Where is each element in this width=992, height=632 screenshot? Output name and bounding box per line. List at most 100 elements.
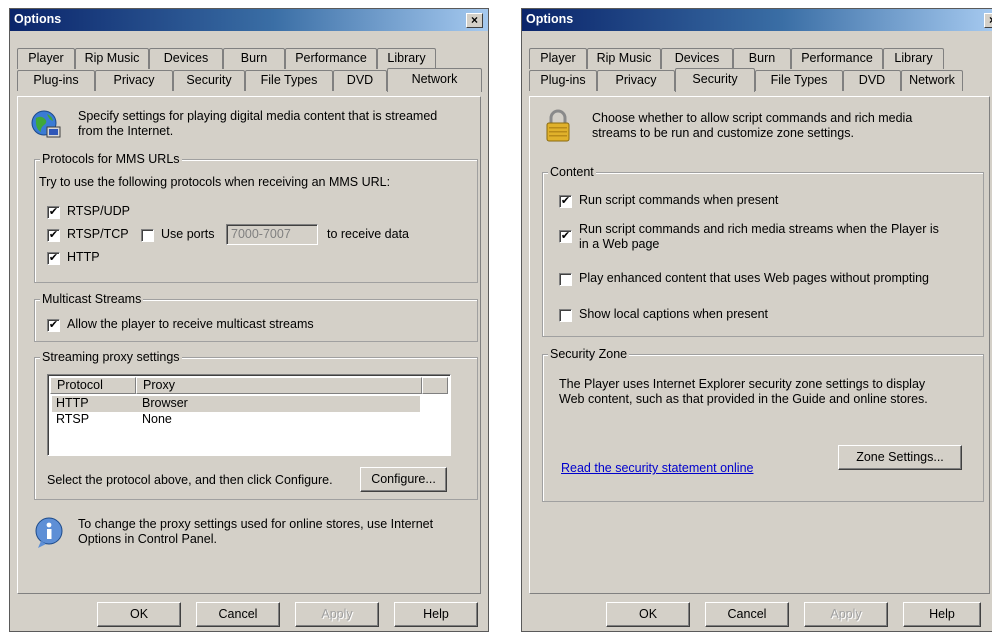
http-label: HTTP (67, 250, 100, 264)
tab-library[interactable]: Library (377, 48, 436, 69)
receive-data-label: to receive data (327, 227, 409, 241)
enhanced-content-label: Play enhanced content that uses Web page… (579, 271, 929, 285)
enhanced-content-checkbox[interactable] (559, 273, 572, 286)
zone-settings-button[interactable]: Zone Settings... (838, 445, 962, 470)
security-zone-legend: Security Zone (548, 347, 630, 361)
ports-input[interactable]: 7000-7007 (226, 224, 318, 245)
tab-file-types[interactable]: File Types (245, 70, 333, 91)
use-ports-label: Use ports (161, 227, 215, 241)
mms-protocols-legend: Protocols for MMS URLs (40, 152, 182, 166)
tab-network[interactable]: Network (387, 68, 482, 92)
proxy-row-http[interactable]: HTTP Browser (52, 396, 420, 412)
options-dialog-network: Options × Player Rip Music Devices Burn … (9, 8, 489, 632)
tab-row-1: Player Rip Music Devices Burn Performanc… (529, 48, 988, 69)
tab-security[interactable]: Security (675, 68, 755, 92)
mms-protocols-group: Protocols for MMS URLs Try to use the fo… (34, 152, 478, 283)
run-script-label: Run script commands when present (579, 193, 779, 207)
intro-text-line2: streams to be run and customize zone set… (592, 126, 854, 140)
zone-text-line1: The Player uses Internet Explorer securi… (559, 377, 926, 391)
tab-dvd[interactable]: DVD (333, 70, 387, 91)
tab-row-2: Plug-ins Privacy Security File Types DVD… (529, 68, 988, 92)
intro-text-line1: Choose whether to allow script commands … (592, 111, 913, 125)
rtsp-udp-checkbox[interactable]: ✔ (47, 206, 60, 219)
tab-player[interactable]: Player (529, 48, 587, 69)
http-checkbox[interactable]: ✔ (47, 252, 60, 265)
close-button[interactable]: × (984, 13, 992, 28)
tab-file-types[interactable]: File Types (755, 70, 843, 91)
tab-plug-ins[interactable]: Plug-ins (17, 70, 95, 91)
title-bar[interactable]: Options × (10, 9, 488, 31)
tab-privacy[interactable]: Privacy (597, 70, 675, 91)
intro-text-line1: Specify settings for playing digital med… (78, 109, 438, 123)
tab-burn[interactable]: Burn (223, 48, 285, 69)
multicast-group: Multicast Streams ✔ Allow the player to … (34, 292, 478, 342)
cancel-button[interactable]: Cancel (705, 602, 789, 627)
tab-plug-ins[interactable]: Plug-ins (529, 70, 597, 91)
security-zone-group: Security Zone The Player uses Internet E… (542, 347, 984, 502)
empty-column-header (422, 377, 448, 394)
help-button[interactable]: Help (903, 602, 981, 627)
help-button[interactable]: Help (394, 602, 478, 627)
window-title: Options (526, 12, 574, 26)
rtsp-udp-label: RTSP/UDP (67, 204, 130, 218)
content-group: Content ✔ Run script commands when prese… (542, 165, 984, 337)
tab-rip-music[interactable]: Rip Music (587, 48, 661, 69)
tab-security[interactable]: Security (173, 70, 245, 91)
apply-button[interactable]: Apply (804, 602, 888, 627)
tab-burn[interactable]: Burn (733, 48, 791, 69)
security-tab-page: Choose whether to allow script commands … (529, 96, 990, 594)
tab-devices[interactable]: Devices (661, 48, 733, 69)
proxy-settings-legend: Streaming proxy settings (40, 350, 182, 364)
tab-library[interactable]: Library (883, 48, 944, 69)
tab-performance[interactable]: Performance (791, 48, 883, 69)
globe-network-icon (31, 110, 61, 138)
run-rich-media-checkbox[interactable]: ✔ (559, 230, 572, 243)
security-statement-link[interactable]: Read the security statement online (561, 461, 753, 475)
rtsp-tcp-checkbox[interactable]: ✔ (47, 229, 60, 242)
run-rich-media-label-line1: Run script commands and rich media strea… (579, 222, 939, 236)
configure-button[interactable]: Configure... (360, 467, 447, 492)
cancel-button[interactable]: Cancel (196, 602, 280, 627)
proxy-settings-group: Streaming proxy settings Protocol Proxy … (34, 350, 478, 500)
run-rich-media-label-line2: in a Web page (579, 237, 660, 251)
tab-player[interactable]: Player (17, 48, 75, 69)
store-note-line1: To change the proxy settings used for on… (78, 517, 434, 531)
ok-button[interactable]: OK (606, 602, 690, 627)
apply-button[interactable]: Apply (295, 602, 379, 627)
proxy-cell: None (142, 412, 172, 426)
proxy-column-header[interactable]: Proxy (136, 377, 422, 394)
protocol-cell: RTSP (56, 412, 90, 426)
tab-row-2: Plug-ins Privacy Security File Types DVD… (17, 68, 482, 92)
ok-button[interactable]: OK (97, 602, 181, 627)
protocol-cell: HTTP (56, 396, 89, 410)
info-icon (35, 517, 63, 548)
multicast-legend: Multicast Streams (40, 292, 144, 306)
content-legend: Content (548, 165, 596, 179)
title-bar[interactable]: Options × (522, 9, 992, 31)
tab-privacy[interactable]: Privacy (95, 70, 173, 91)
local-captions-label: Show local captions when present (579, 307, 769, 321)
allow-multicast-label: Allow the player to receive multicast st… (67, 317, 314, 331)
rtsp-tcp-label: RTSP/TCP (67, 227, 129, 241)
network-tab-page: Specify settings for playing digital med… (17, 96, 481, 594)
proxy-list[interactable]: Protocol Proxy HTTP Browser RTSP None (47, 374, 451, 456)
intro-text-line2: from the Internet. (78, 124, 174, 138)
store-note-line2: Options in Control Panel. (78, 532, 217, 546)
tab-devices[interactable]: Devices (149, 48, 223, 69)
window-title: Options (14, 12, 62, 26)
mms-instruction: Try to use the following protocols when … (39, 175, 391, 189)
tab-performance[interactable]: Performance (285, 48, 377, 69)
allow-multicast-checkbox[interactable]: ✔ (47, 319, 60, 332)
tab-dvd[interactable]: DVD (843, 70, 901, 91)
tab-network[interactable]: Network (901, 70, 963, 91)
padlock-icon (546, 109, 570, 142)
tab-rip-music[interactable]: Rip Music (75, 48, 149, 69)
options-dialog-security: Options × Player Rip Music Devices Burn … (521, 8, 992, 632)
close-button[interactable]: × (466, 13, 483, 28)
protocol-column-header[interactable]: Protocol (50, 377, 136, 394)
proxy-row-rtsp[interactable]: RTSP None (52, 412, 420, 428)
run-script-checkbox[interactable]: ✔ (559, 195, 572, 208)
local-captions-checkbox[interactable] (559, 309, 572, 322)
use-ports-checkbox[interactable] (141, 229, 154, 242)
zone-text-line2: Web content, such as that provided in th… (559, 392, 928, 406)
